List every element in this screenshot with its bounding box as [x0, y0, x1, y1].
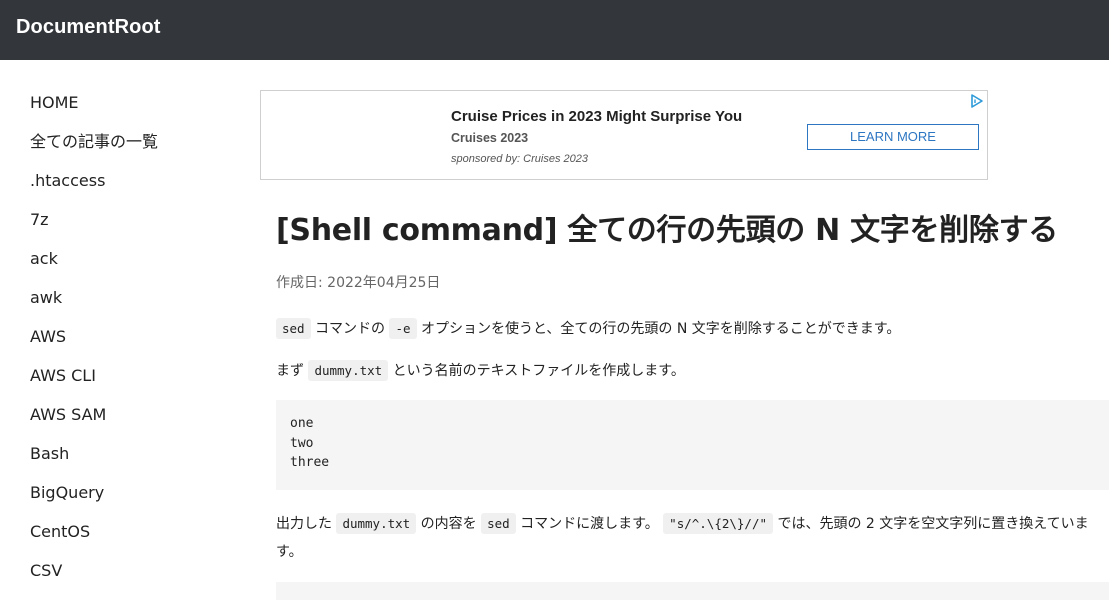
site-logo-link[interactable]: DocumentRoot	[16, 16, 161, 39]
sidebar-item-bigquery[interactable]: BigQuery	[30, 482, 230, 521]
paragraph-sed-explanation: 出力した dummy.txt の内容を sed コマンドに渡します。 "s/^.…	[276, 510, 1109, 566]
paragraph-text: という名前のテキストファイルを作成します。	[388, 363, 685, 379]
inline-code: sed	[481, 513, 516, 534]
paragraph-text: まず	[276, 363, 309, 379]
sidebar-item-all-articles[interactable]: 全ての記事の一覧	[30, 131, 230, 170]
paragraph-text: コマンドに渡します。	[515, 516, 664, 532]
sidebar-nav: HOME 全ての記事の一覧 .htaccess 7z ack awk AWS A…	[30, 92, 230, 599]
sidebar-item-bash[interactable]: Bash	[30, 443, 230, 482]
site-header: DocumentRoot	[0, 0, 1109, 60]
sidebar-item-aws-sam[interactable]: AWS SAM	[30, 404, 230, 443]
sidebar-item-csv[interactable]: CSV	[30, 560, 230, 599]
inline-code: "s/^.\{2\}//"	[663, 513, 774, 534]
sidebar-item-centos[interactable]: CentOS	[30, 521, 230, 560]
inline-code: dummy.txt	[336, 513, 417, 534]
code-block: one two three	[276, 400, 1109, 490]
ad-source: Cruises 2023	[451, 131, 529, 145]
inline-code: sed	[276, 318, 311, 339]
ad-banner[interactable]: Cruise Prices in 2023 Might Surprise You…	[260, 90, 988, 180]
article: [Shell command] 全ての行の先頭の N 文字を削除する 作成日: …	[276, 208, 1109, 600]
ad-title[interactable]: Cruise Prices in 2023 Might Surprise You	[451, 108, 742, 125]
sidebar-item-awk[interactable]: awk	[30, 287, 230, 326]
paragraph-text: コマンドの	[310, 321, 390, 337]
sidebar-item-aws[interactable]: AWS	[30, 326, 230, 365]
paragraph-create-file: まず dummy.txt という名前のテキストファイルを作成します。	[276, 358, 1109, 384]
adchoices-icon[interactable]	[969, 93, 985, 109]
date-label: 作成日:	[276, 275, 328, 291]
ad-sponsor-text: sponsored by: Cruises 2023	[451, 153, 588, 165]
sidebar-item-home[interactable]: HOME	[30, 92, 230, 131]
article-date: 作成日: 2022年04月25日	[276, 272, 1109, 294]
date-value: 2022年04月25日	[327, 275, 441, 291]
sidebar-item-aws-cli[interactable]: AWS CLI	[30, 365, 230, 404]
code-block	[276, 582, 1109, 600]
paragraph-intro: sed コマンドの -e オプションを使うと、全ての行の先頭の N 文字を削除す…	[276, 316, 1109, 342]
sidebar-item-7z[interactable]: 7z	[30, 209, 230, 248]
inline-code: -e	[389, 318, 417, 339]
paragraph-text: の内容を	[416, 516, 482, 532]
sidebar-item-ack[interactable]: ack	[30, 248, 230, 287]
learn-more-button[interactable]: LEARN MORE	[807, 124, 979, 150]
article-title: [Shell command] 全ての行の先頭の N 文字を削除する	[276, 213, 1058, 248]
sidebar-item-htaccess[interactable]: .htaccess	[30, 170, 230, 209]
paragraph-text: オプションを使うと、全ての行の先頭の N 文字を削除することができます。	[416, 321, 901, 337]
inline-code: dummy.txt	[308, 360, 389, 381]
paragraph-text: 出力した	[276, 516, 337, 532]
